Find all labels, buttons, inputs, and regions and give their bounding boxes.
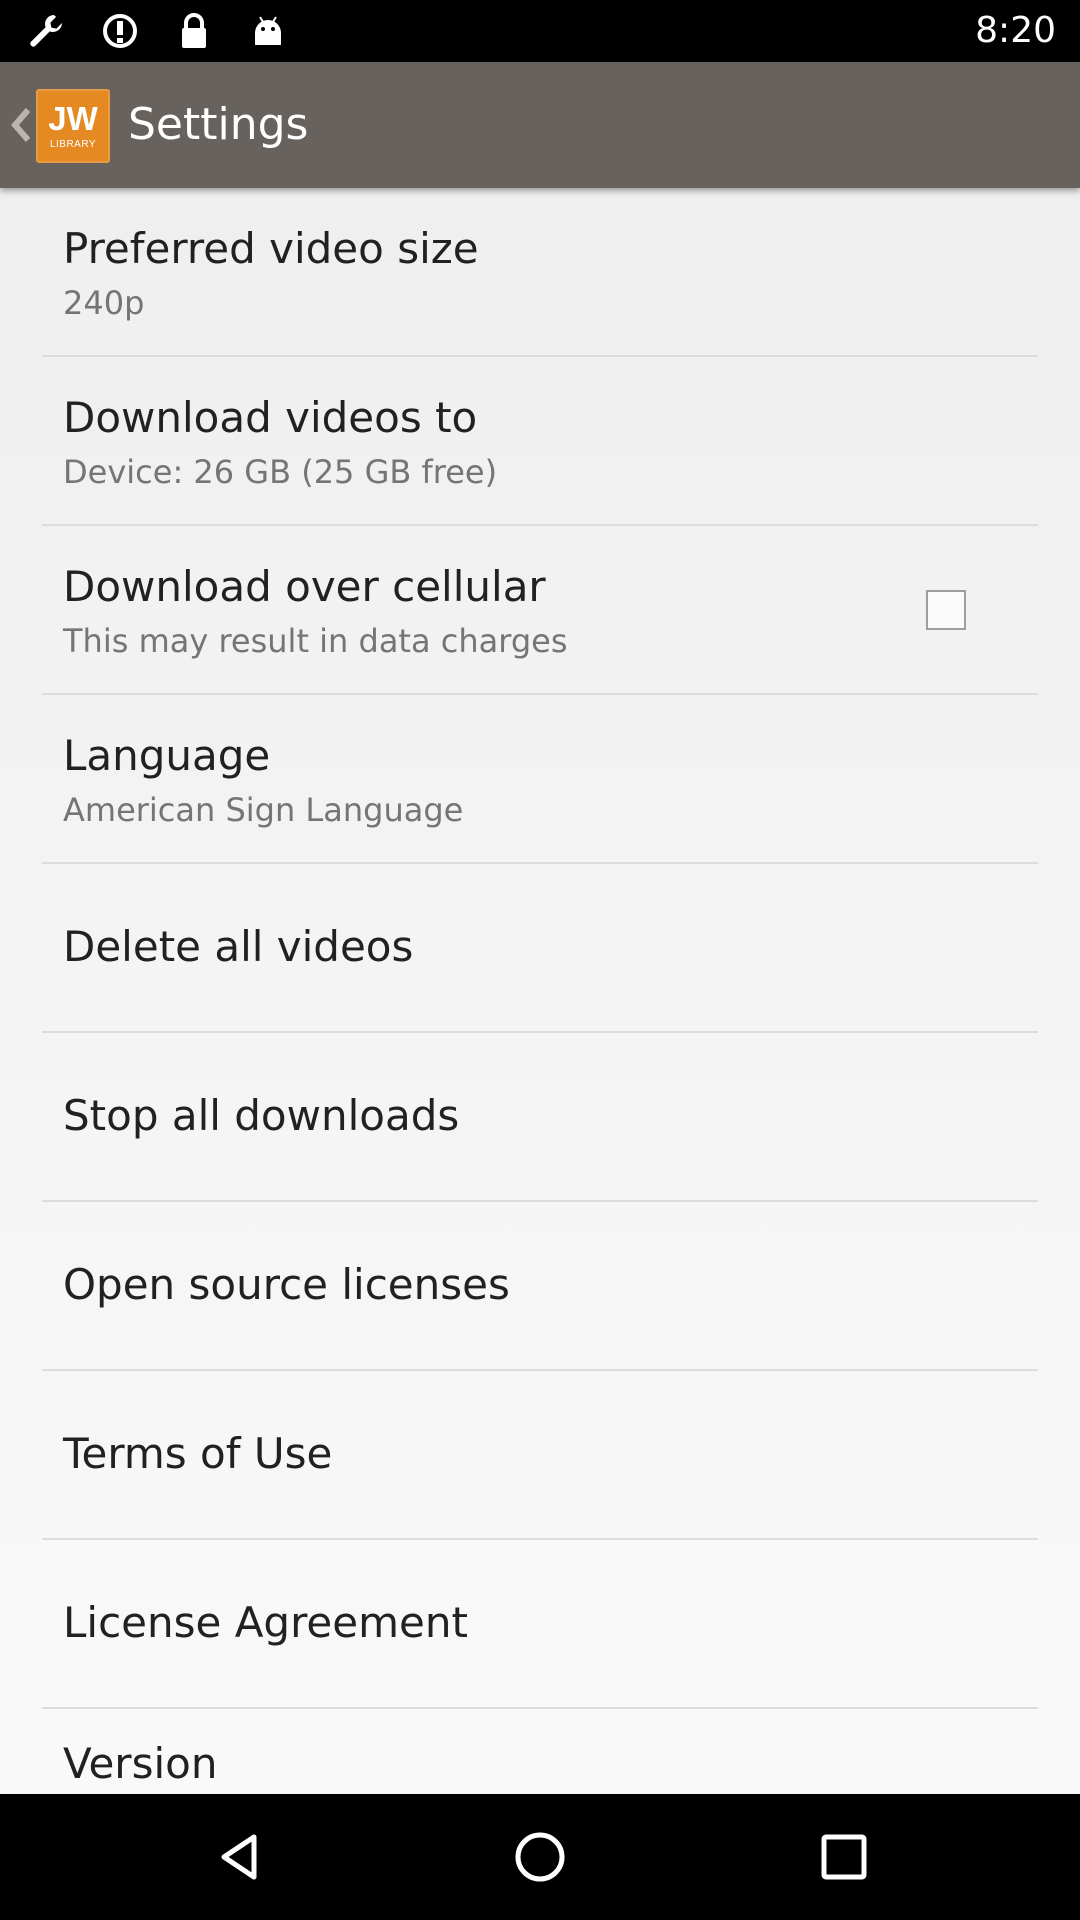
setting-download-over-cellular[interactable]: Download over cellular This may result i…: [42, 526, 1038, 695]
setting-title: Download over cellular: [63, 562, 546, 611]
logo-main-text: JW: [48, 100, 98, 137]
setting-summary: Device: 26 GB (25 GB free): [63, 453, 498, 491]
setting-title: Delete all videos: [63, 922, 414, 971]
back-icon[interactable]: [210, 1827, 270, 1887]
setting-title: Version: [63, 1739, 218, 1788]
status-time: 8:20: [975, 10, 1056, 51]
settings-list: Preferred video size 240p Download video…: [0, 188, 1080, 1794]
recents-icon[interactable]: [814, 1827, 874, 1887]
setting-summary: American Sign Language: [63, 791, 464, 829]
setting-open-source-licenses[interactable]: Open source licenses: [42, 1202, 1038, 1371]
setting-title: Preferred video size: [63, 224, 479, 273]
sync-icon: [98, 9, 142, 53]
setting-title: Language: [63, 731, 271, 780]
cellular-checkbox[interactable]: [926, 590, 966, 630]
lock-icon: [172, 9, 216, 53]
navigation-bar: [0, 1794, 1080, 1920]
logo-sub-text: LIBRARY: [49, 139, 97, 150]
page-title: Settings: [128, 99, 309, 150]
setting-language[interactable]: Language American Sign Language: [42, 695, 1038, 864]
setting-summary: This may result in data charges: [63, 622, 568, 660]
setting-delete-all-videos[interactable]: Delete all videos: [42, 864, 1038, 1033]
setting-download-videos-to[interactable]: Download videos to Device: 26 GB (25 GB …: [42, 357, 1038, 526]
wrench-icon: [24, 9, 68, 53]
setting-title: Open source licenses: [63, 1260, 510, 1309]
setting-stop-all-downloads[interactable]: Stop all downloads: [42, 1033, 1038, 1202]
setting-title: Download videos to: [63, 393, 478, 442]
setting-preferred-video-size[interactable]: Preferred video size 240p: [42, 188, 1038, 357]
setting-summary: 240p: [63, 284, 145, 322]
status-icons: [24, 8, 290, 54]
status-bar: 8:20: [0, 0, 1080, 62]
setting-version[interactable]: Version: [42, 1709, 1038, 1794]
app-logo[interactable]: JW LIBRARY: [36, 89, 110, 163]
setting-license-agreement[interactable]: License Agreement: [42, 1540, 1038, 1709]
setting-terms-of-use[interactable]: Terms of Use: [42, 1371, 1038, 1540]
setting-title: Stop all downloads: [63, 1091, 460, 1140]
app-bar: JW LIBRARY Settings: [0, 62, 1080, 188]
android-icon: [246, 9, 290, 53]
home-icon[interactable]: [510, 1827, 570, 1887]
back-chevron-icon[interactable]: [6, 102, 36, 148]
setting-title: License Agreement: [63, 1598, 468, 1647]
setting-title: Terms of Use: [63, 1429, 333, 1478]
